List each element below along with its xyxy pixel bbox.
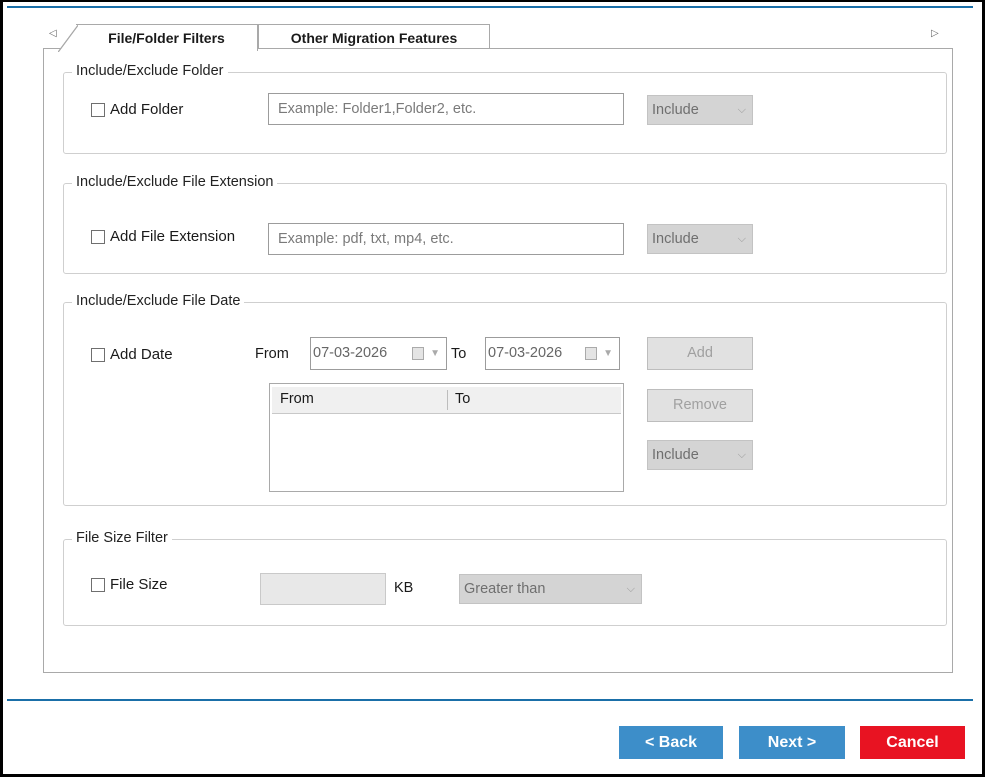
tab-file-folder-filters[interactable]: File/Folder Filters [58,24,258,52]
back-button[interactable]: < Back [619,726,723,759]
date-from-label: From [255,346,289,362]
add-date-checkbox-row[interactable]: Add Date [91,346,173,363]
folder-input[interactable]: Example: Folder1,Folder2, etc. [268,93,624,125]
tab-strip: ◁ File/Folder Filters Other Migration Fe… [43,22,953,52]
top-divider [7,6,973,8]
chevron-down-icon: ⌵ [737,233,746,245]
add-folder-checkbox-row[interactable]: Add Folder [91,101,183,118]
extension-mode-select[interactable]: Include ⌵ [647,224,753,254]
next-button[interactable]: Next > [739,726,845,759]
chevron-down-icon: ⌵ [737,449,746,461]
chevron-down-icon: ⌵ [737,104,746,116]
add-extension-checkbox-row[interactable]: Add File Extension [91,228,235,245]
tab-scroll-left-icon[interactable]: ◁ [49,28,57,39]
date-from-picker[interactable]: 07-03-2026 ▼ [310,337,447,370]
extension-group-legend: Include/Exclude File Extension [72,174,278,190]
bottom-divider [7,699,973,701]
column-header-from[interactable]: From [280,391,314,407]
add-date-label: Add Date [110,346,173,363]
date-from-value: 07-03-2026 [313,345,388,361]
file-size-input[interactable] [260,573,386,605]
date-list-header: From To [272,387,621,414]
date-group-legend: Include/Exclude File Date [72,293,245,309]
calendar-icon [412,347,424,360]
date-to-label: To [451,346,467,362]
date-mode-value: Include [652,447,699,463]
date-to-picker[interactable]: 07-03-2026 ▼ [485,337,620,370]
add-extension-checkbox[interactable] [91,229,105,244]
add-folder-checkbox[interactable] [91,102,105,117]
column-header-to[interactable]: To [455,391,470,407]
size-group-legend: File Size Filter [72,530,172,546]
add-date-checkbox[interactable] [91,347,105,362]
tab-other-migration-features[interactable]: Other Migration Features [258,24,490,50]
file-size-checkbox[interactable] [91,577,105,592]
dropdown-arrow-icon: ▼ [603,348,613,359]
folder-group-legend: Include/Exclude Folder [72,63,228,79]
add-folder-label: Add Folder [110,101,184,118]
dropdown-arrow-icon: ▼ [430,348,440,359]
size-comparison-select[interactable]: Greater than ⌵ [459,574,642,604]
extension-mode-value: Include [652,231,699,247]
remove-date-button[interactable]: Remove [647,389,753,422]
add-extension-label: Add File Extension [110,228,236,245]
folder-mode-value: Include [652,102,699,118]
folder-mode-select[interactable]: Include ⌵ [647,95,753,125]
cancel-button[interactable]: Cancel [860,726,965,759]
add-date-button[interactable]: Add [647,337,753,370]
extension-input[interactable]: Example: pdf, txt, mp4, etc. [268,223,624,255]
date-mode-select[interactable]: Include ⌵ [647,440,753,470]
size-unit-label: KB [394,580,414,596]
tab-scroll-right-icon[interactable]: ▷ [931,28,939,39]
date-range-list[interactable]: From To [269,383,624,492]
column-separator [447,390,448,410]
file-size-checkbox-row[interactable]: File Size [91,576,168,593]
date-to-value: 07-03-2026 [488,345,563,361]
chevron-down-icon: ⌵ [626,583,635,595]
file-size-label: File Size [110,576,168,593]
calendar-icon [585,347,597,360]
size-comparison-value: Greater than [464,581,546,597]
